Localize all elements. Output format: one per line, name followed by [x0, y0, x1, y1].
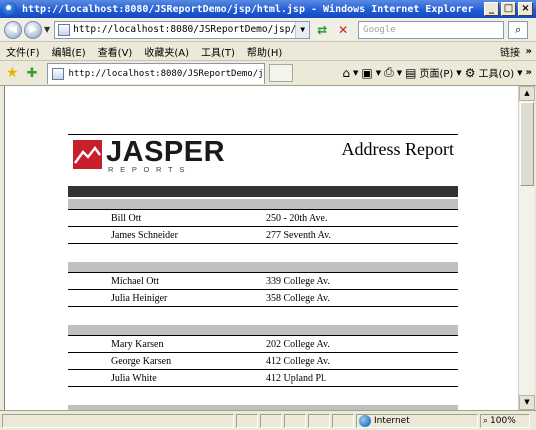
- vertical-scrollbar[interactable]: ▲ ▼: [518, 86, 535, 410]
- report-top-rule: [68, 134, 458, 135]
- address-cell: 339 College Av.: [266, 276, 330, 287]
- favorites-star-icon[interactable]: ★: [6, 65, 19, 81]
- links-label[interactable]: 链接: [500, 44, 520, 59]
- page-content: JASPER REPORTS Address Report Bill Ott 2…: [4, 86, 518, 410]
- status-bar: Internet ⌕ 100%: [0, 410, 536, 430]
- print-icon[interactable]: ⎙: [384, 65, 394, 80]
- history-dropdown-icon[interactable]: ▼: [44, 25, 50, 34]
- jasper-reports-logo: JASPER REPORTS: [73, 136, 225, 174]
- group-header-band: [68, 199, 458, 210]
- group-header-band: [68, 262, 458, 273]
- status-text: [2, 413, 234, 428]
- group-header-band: [68, 325, 458, 336]
- table-row: Julia Heiniger 358 College Av.: [68, 290, 458, 307]
- page-menu-icon[interactable]: ▤: [405, 66, 416, 80]
- back-button[interactable]: ◀: [4, 20, 22, 39]
- menu-view[interactable]: 查看(V): [92, 44, 139, 59]
- report-group: Mary Karsen 202 College Av. George Karse…: [68, 325, 458, 387]
- table-row: Julia White 412 Upland Pl.: [68, 370, 458, 387]
- forward-button[interactable]: ▶: [24, 20, 42, 39]
- zone-label: Internet: [374, 415, 410, 426]
- report-group: Bill Ott 250 - 20th Ave. James Schneider…: [68, 199, 458, 244]
- zoom-icon: ⌕: [483, 415, 489, 426]
- logo-word: JASPER: [106, 136, 226, 168]
- logo-mark-icon: [73, 140, 102, 169]
- search-icon[interactable]: ⌕: [508, 20, 529, 39]
- name-cell: Julia Heiniger: [111, 293, 168, 304]
- menu-tools[interactable]: 工具(T): [195, 44, 241, 59]
- address-cell: 277 Seventh Av.: [266, 230, 331, 241]
- address-input[interactable]: http://localhost:8080/JSReportDemo/jsp/h…: [54, 20, 311, 39]
- scroll-down-icon[interactable]: ▼: [519, 395, 535, 410]
- scroll-thumb[interactable]: [520, 102, 534, 186]
- address-cell: 412 Upland Pl.: [266, 373, 327, 384]
- new-tab-button[interactable]: [269, 64, 294, 82]
- page-icon: [52, 67, 65, 80]
- menu-bar: 文件(F) 编辑(E) 查看(V) 收藏夹(A) 工具(T) 帮助(H) 链接 …: [0, 42, 536, 61]
- name-cell: James Schneider: [111, 230, 178, 241]
- address-cell: 202 College Av.: [266, 339, 330, 350]
- address-value[interactable]: http://localhost:8080/JSReportDemo/jsp/h…: [73, 24, 295, 35]
- close-button[interactable]: ×: [518, 2, 533, 16]
- feeds-icon[interactable]: ▣: [361, 66, 372, 80]
- tab-bar: ★ ✚ http://localhost:8080/JSReportDemo/j…: [0, 61, 536, 86]
- page-dropdown-icon[interactable]: ▼: [456, 69, 461, 77]
- table-row: George Karsen 412 College Av.: [68, 353, 458, 370]
- stop-icon[interactable]: ✕: [334, 21, 352, 39]
- tab-title: http://localhost:8080/JSReportDemo/jsp/h…: [68, 68, 264, 79]
- menu-favorites[interactable]: 收藏夹(A): [138, 44, 195, 59]
- home-dropdown-icon[interactable]: ▼: [353, 69, 358, 77]
- table-row: James Schneider 277 Seventh Av.: [68, 227, 458, 244]
- status-segment: [308, 413, 330, 428]
- ie-logo-icon: [3, 2, 17, 16]
- print-dropdown-icon[interactable]: ▼: [397, 69, 402, 77]
- page-icon: [58, 23, 71, 36]
- window-title: http://localhost:8080/JSReportDemo/jsp/h…: [22, 3, 474, 15]
- status-segment: [260, 413, 282, 428]
- table-row: Michael Ott 339 College Av.: [68, 273, 458, 290]
- address-dropdown-icon[interactable]: ▼: [295, 21, 310, 38]
- minimize-button[interactable]: _: [484, 2, 499, 16]
- window-titlebar: http://localhost:8080/JSReportDemo/jsp/h…: [0, 0, 536, 18]
- maximize-button[interactable]: □: [501, 2, 516, 16]
- address-cell: 358 College Av.: [266, 293, 330, 304]
- name-cell: George Karsen: [111, 356, 172, 367]
- status-segment: [332, 413, 354, 428]
- security-zone[interactable]: Internet: [356, 413, 478, 428]
- table-row: Mary Karsen 202 College Av.: [68, 336, 458, 353]
- feeds-dropdown-icon[interactable]: ▼: [376, 69, 381, 77]
- add-favorite-icon[interactable]: ✚: [27, 66, 38, 81]
- menu-file[interactable]: 文件(F): [0, 44, 46, 59]
- refresh-icon[interactable]: ⇄: [313, 21, 331, 39]
- column-header-band: [68, 186, 458, 197]
- scroll-up-icon[interactable]: ▲: [519, 86, 535, 101]
- zoom-control[interactable]: ⌕ 100%: [480, 413, 530, 428]
- tab-active[interactable]: http://localhost:8080/JSReportDemo/jsp/h…: [47, 62, 266, 84]
- globe-icon: [359, 414, 371, 427]
- status-segment: [236, 413, 258, 428]
- report-title: Address Report: [341, 139, 454, 159]
- name-cell: Mary Karsen: [111, 339, 164, 350]
- tools-menu-icon[interactable]: ⚙: [465, 66, 476, 80]
- name-cell: Julia White: [111, 373, 157, 384]
- zoom-level: 100%: [490, 415, 516, 426]
- address-toolbar: ◀ ▶ ▼ http://localhost:8080/JSReportDemo…: [0, 18, 536, 42]
- commands-more-icon[interactable]: »: [526, 67, 532, 78]
- name-cell: Bill Ott: [111, 213, 142, 224]
- page-menu[interactable]: 页面(P): [419, 65, 453, 80]
- status-segment: [284, 413, 306, 428]
- logo-subtitle: REPORTS: [108, 165, 192, 174]
- report-group: Michael Ott 339 College Av. Julia Heinig…: [68, 262, 458, 307]
- name-cell: Michael Ott: [111, 276, 160, 287]
- tools-dropdown-icon[interactable]: ▼: [517, 69, 522, 77]
- menu-edit[interactable]: 编辑(E): [46, 44, 92, 59]
- menu-help[interactable]: 帮助(H): [241, 44, 288, 59]
- tools-menu[interactable]: 工具(O): [478, 65, 514, 80]
- address-cell: 250 - 20th Ave.: [266, 213, 328, 224]
- links-more-icon[interactable]: »: [526, 46, 532, 57]
- home-icon[interactable]: ⌂: [342, 66, 350, 80]
- search-input[interactable]: Google: [358, 20, 505, 39]
- address-cell: 412 College Av.: [266, 356, 330, 367]
- table-row: Bill Ott 250 - 20th Ave.: [68, 210, 458, 227]
